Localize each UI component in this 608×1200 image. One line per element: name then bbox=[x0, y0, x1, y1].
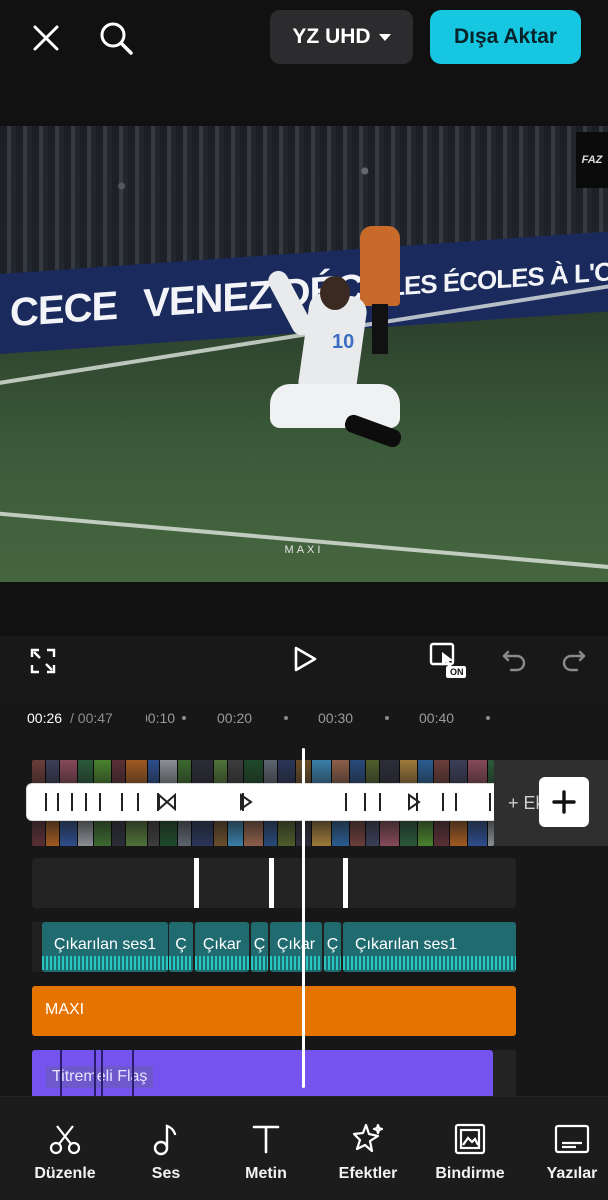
nav-label: Yazılar bbox=[546, 1165, 598, 1182]
resolution-dropdown[interactable]: YZ UHD bbox=[270, 10, 413, 64]
clip-divider bbox=[99, 793, 101, 811]
redo-icon[interactable] bbox=[558, 644, 590, 676]
audio-clip[interactable]: Çıkarılan ses1 bbox=[343, 922, 516, 972]
scissors-icon bbox=[48, 1121, 82, 1157]
banner-text: LES ÉCOLES À L'ORANGE VÉ bbox=[389, 247, 608, 302]
clip-divider bbox=[85, 793, 87, 811]
text-clip[interactable]: MAXI bbox=[32, 986, 516, 1036]
sparkle-icon bbox=[351, 1121, 385, 1157]
text-clip-label: MAXI bbox=[45, 1001, 85, 1018]
ruler-tick: 00:40 bbox=[419, 710, 455, 726]
beat-marker[interactable] bbox=[343, 858, 348, 908]
nav-audio[interactable]: Ses bbox=[130, 1097, 202, 1200]
effect-divider bbox=[60, 1050, 62, 1096]
effect-divider bbox=[94, 1050, 96, 1096]
top-bar: YZ UHD Dışa Aktar bbox=[0, 0, 608, 76]
effect-clip-label: Titremeli Flaş bbox=[46, 1066, 154, 1088]
player-number: 10 bbox=[332, 331, 355, 353]
transition-icon[interactable] bbox=[407, 792, 421, 817]
plus-icon bbox=[552, 790, 576, 814]
nav-effects[interactable]: Efektler bbox=[326, 1097, 410, 1200]
transition-icon[interactable] bbox=[239, 792, 253, 817]
player-figure: 10 bbox=[262, 267, 412, 476]
audio-clip[interactable]: Ç bbox=[169, 922, 193, 972]
clip-divider bbox=[121, 793, 123, 811]
text-icon bbox=[251, 1121, 281, 1157]
undo-icon[interactable] bbox=[498, 644, 530, 676]
playhead[interactable] bbox=[302, 748, 305, 1088]
ruler-dot bbox=[284, 716, 288, 720]
clip-divider bbox=[71, 793, 73, 811]
clip-divider bbox=[345, 793, 347, 811]
video-preview[interactable]: CECE VENEZ DÉC LES ÉCOLES À L'ORANGE VÉ … bbox=[0, 126, 608, 582]
captions-icon bbox=[554, 1121, 590, 1157]
keyframe-label: ON bbox=[450, 667, 464, 677]
effect-clip[interactable]: Titremeli Flaş bbox=[32, 1050, 493, 1096]
beat-marker-track[interactable] bbox=[32, 858, 516, 908]
fullscreen-icon[interactable] bbox=[28, 646, 58, 676]
keyframe-toggle[interactable]: ON bbox=[428, 640, 468, 680]
nav-captions[interactable]: Yazılar bbox=[536, 1097, 608, 1200]
chevron-down-icon bbox=[378, 33, 391, 41]
clip-divider bbox=[455, 793, 457, 811]
beat-marker[interactable] bbox=[269, 858, 274, 908]
current-time: 00:26 bbox=[27, 710, 63, 726]
ruler-tick: 00:30 bbox=[318, 710, 354, 726]
nav-label: Efektler bbox=[338, 1165, 398, 1182]
music-note-icon bbox=[151, 1121, 181, 1157]
ruler-dot bbox=[486, 716, 490, 720]
clip-divider bbox=[442, 793, 444, 811]
audio-track[interactable]: Çıkarılan ses1 Ç Çıkar Ç Çıkar Ç Çıkarıl… bbox=[32, 922, 516, 972]
banner-text: CECE bbox=[10, 283, 118, 335]
effect-divider bbox=[132, 1050, 134, 1096]
transition-icon[interactable] bbox=[157, 792, 177, 817]
export-label: Dışa Aktar bbox=[453, 25, 558, 48]
video-clip-selection[interactable] bbox=[27, 784, 507, 820]
audio-clip[interactable]: Çıkar bbox=[270, 922, 322, 972]
effect-track-background bbox=[493, 1050, 516, 1096]
clip-divider bbox=[364, 793, 366, 811]
nav-label: Ses bbox=[151, 1165, 181, 1182]
preview-area: CECE VENEZ DÉC LES ÉCOLES À L'ORANGE VÉ … bbox=[0, 76, 608, 636]
nav-label: Metin bbox=[245, 1165, 287, 1182]
effect-divider bbox=[101, 1050, 103, 1096]
resolution-label: YZ UHD bbox=[292, 25, 371, 48]
total-time: / 00:47 bbox=[70, 710, 113, 726]
clip-divider bbox=[137, 793, 139, 811]
time-ruler: 00:26 / 00:47 00:10 00:20 00:30 00:40 bbox=[0, 698, 608, 738]
nav-text[interactable]: Metin bbox=[230, 1097, 302, 1200]
audio-clip[interactable]: Çıkar bbox=[195, 922, 249, 972]
export-button[interactable]: Dışa Aktar bbox=[430, 10, 581, 64]
nav-edit[interactable]: Düzenle bbox=[22, 1097, 108, 1200]
ruler-tick: 00:10 bbox=[140, 710, 176, 726]
beat-marker[interactable] bbox=[194, 858, 199, 908]
nav-overlay[interactable]: Bindirme bbox=[428, 1097, 512, 1200]
audio-clip[interactable]: Ç bbox=[324, 922, 341, 972]
add-clip-button[interactable] bbox=[539, 777, 589, 827]
search-icon[interactable] bbox=[96, 18, 136, 58]
play-icon[interactable] bbox=[289, 642, 321, 676]
nav-label: Düzenle bbox=[34, 1165, 96, 1182]
ruler-dot bbox=[182, 716, 186, 720]
ruler-dot bbox=[385, 716, 389, 720]
nav-label: Bindirme bbox=[435, 1165, 505, 1182]
playback-controls: ON bbox=[0, 636, 608, 698]
clip-divider bbox=[379, 793, 381, 811]
overlay-icon bbox=[454, 1121, 486, 1157]
ruler-tick: 00:20 bbox=[217, 710, 253, 726]
pitch-line bbox=[0, 510, 608, 574]
clip-divider bbox=[489, 793, 491, 811]
audio-clip[interactable]: Ç bbox=[251, 922, 268, 972]
side-logo: FAZ bbox=[576, 132, 608, 188]
audio-clip[interactable]: Çıkarılan ses1 bbox=[42, 922, 168, 972]
video-watermark: MAXI bbox=[284, 544, 324, 556]
clip-divider bbox=[45, 793, 47, 811]
bottom-toolbar: Düzenle Ses Metin Efektler Bindirme Yazı… bbox=[0, 1096, 608, 1200]
clip-divider bbox=[57, 793, 59, 811]
close-icon[interactable] bbox=[28, 20, 64, 56]
